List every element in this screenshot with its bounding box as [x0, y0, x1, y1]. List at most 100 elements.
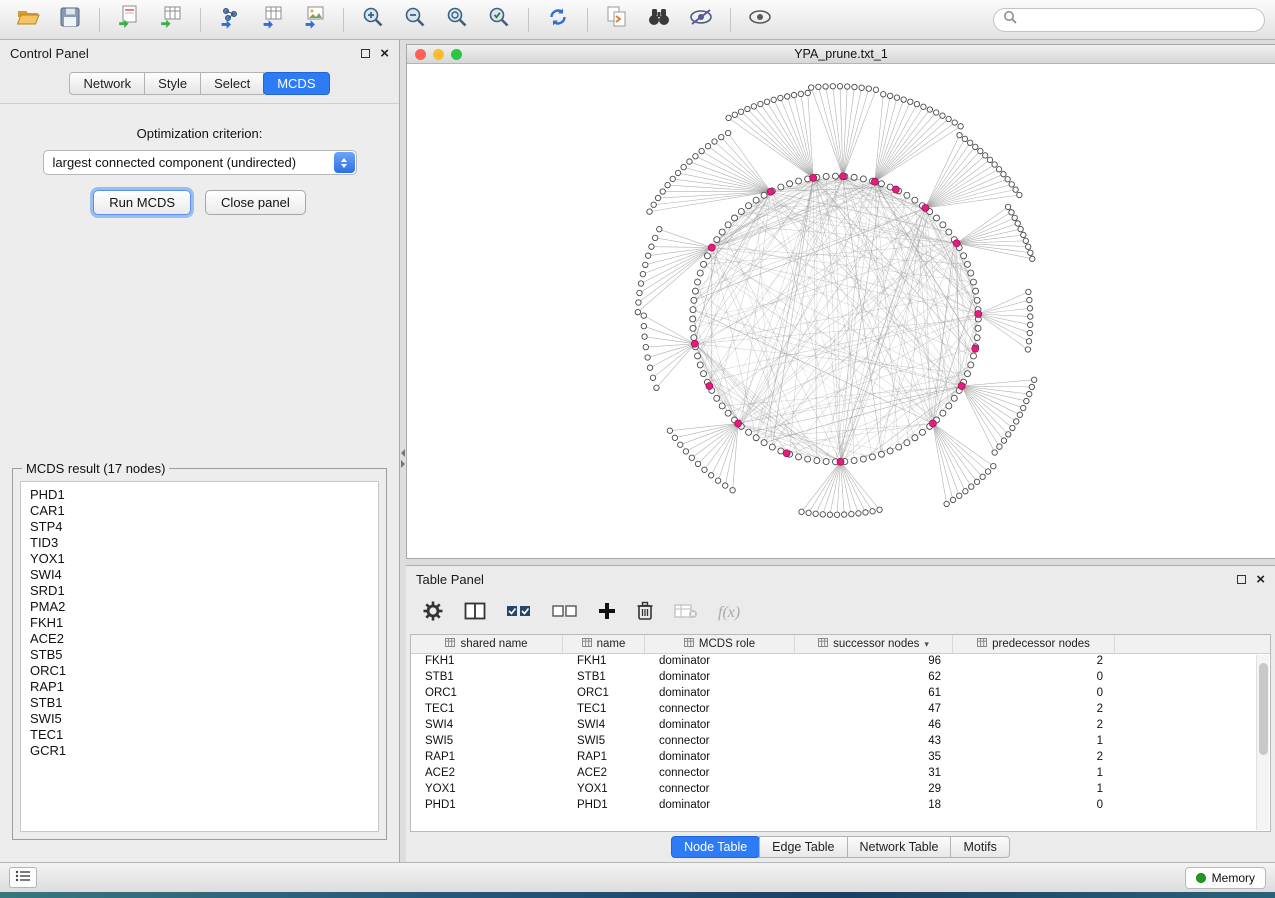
table-cell[interactable]: 2: [953, 654, 1115, 670]
column-header-shared-name[interactable]: shared name: [411, 635, 563, 653]
import-network-file-button[interactable]: [111, 4, 147, 36]
mcds-result-list[interactable]: PHD1CAR1STP4TID3YOX1SWI4SRD1PMA2FKH1ACE2…: [20, 481, 379, 832]
table-cell[interactable]: SWI5: [563, 734, 645, 750]
zoom-selected-button[interactable]: [481, 4, 517, 36]
table-cell[interactable]: 96: [795, 654, 953, 670]
column-header-name[interactable]: name: [563, 635, 645, 653]
export-table-button[interactable]: [254, 4, 290, 36]
table-cell[interactable]: dominator: [645, 718, 795, 734]
table-row[interactable]: STB1STB1dominator620: [411, 670, 1270, 686]
column-menu-icon[interactable]: [684, 638, 694, 650]
table-cell[interactable]: dominator: [645, 798, 795, 814]
tab-motifs[interactable]: Motifs: [950, 836, 1009, 858]
scrollbar-thumb[interactable]: [1259, 663, 1268, 755]
mcds-result-item[interactable]: STB5: [30, 647, 369, 663]
table-cell[interactable]: TEC1: [411, 702, 563, 718]
table-cell[interactable]: 0: [953, 670, 1115, 686]
mcds-result-item[interactable]: RAP1: [30, 679, 369, 695]
table-cell[interactable]: 1: [953, 766, 1115, 782]
table-cell[interactable]: 2: [953, 702, 1115, 718]
mcds-result-item[interactable]: SWI5: [30, 711, 369, 727]
table-cell[interactable]: 1: [953, 734, 1115, 750]
table-cell[interactable]: 2: [953, 718, 1115, 734]
table-cell[interactable]: connector: [645, 782, 795, 798]
panel-splitter[interactable]: [400, 40, 406, 862]
mcds-result-item[interactable]: ORC1: [30, 663, 369, 679]
table-cell[interactable]: TEC1: [563, 702, 645, 718]
task-history-button[interactable]: [9, 867, 37, 888]
tab-network[interactable]: Network: [69, 72, 145, 95]
table-row[interactable]: PHD1PHD1dominator180: [411, 798, 1270, 814]
unselect-all-columns-button[interactable]: [552, 598, 578, 628]
table-cell[interactable]: 0: [953, 686, 1115, 702]
mcds-result-item[interactable]: TEC1: [30, 727, 369, 743]
import-table-file-button[interactable]: [153, 4, 189, 36]
tab-network-table[interactable]: Network Table: [847, 836, 952, 858]
table-scrollbar[interactable]: [1256, 655, 1269, 830]
mcds-result-item[interactable]: SWI4: [30, 567, 369, 583]
table-cell[interactable]: YOX1: [563, 782, 645, 798]
table-cell[interactable]: FKH1: [411, 654, 563, 670]
find-button[interactable]: [641, 4, 677, 36]
mcds-result-item[interactable]: ACE2: [30, 631, 369, 647]
table-cell[interactable]: connector: [645, 734, 795, 750]
table-cell[interactable]: 61: [795, 686, 953, 702]
table-cell[interactable]: ORC1: [411, 686, 563, 702]
mcds-result-item[interactable]: TID3: [30, 535, 369, 551]
save-session-button[interactable]: [52, 4, 88, 36]
table-cell[interactable]: PHD1: [563, 798, 645, 814]
table-cell[interactable]: 43: [795, 734, 953, 750]
table-cell[interactable]: 29: [795, 782, 953, 798]
run-mcds-button[interactable]: Run MCDS: [93, 190, 191, 215]
mcds-result-item[interactable]: YOX1: [30, 551, 369, 567]
hide-graphics-details-button[interactable]: [683, 4, 719, 36]
show-columns-button[interactable]: [464, 598, 486, 628]
tab-node-table[interactable]: Node Table: [671, 836, 760, 858]
column-header-predecessor-nodes[interactable]: predecessor nodes: [953, 635, 1115, 653]
table-cell[interactable]: STB1: [563, 670, 645, 686]
close-table-panel-icon[interactable]: ×: [1256, 572, 1265, 587]
mcds-result-item[interactable]: STP4: [30, 519, 369, 535]
export-image-button[interactable]: [296, 4, 332, 36]
close-panel-icon[interactable]: ×: [380, 46, 389, 61]
table-row[interactable]: FKH1FKH1dominator962: [411, 654, 1270, 670]
table-cell[interactable]: ACE2: [563, 766, 645, 782]
zoom-fit-button[interactable]: [439, 4, 475, 36]
table-cell[interactable]: SWI4: [563, 718, 645, 734]
criterion-select[interactable]: largest connected component (undirected): [43, 150, 357, 175]
table-cell[interactable]: STB1: [411, 670, 563, 686]
table-cell[interactable]: 46: [795, 718, 953, 734]
table-cell[interactable]: 1: [953, 782, 1115, 798]
table-cell[interactable]: RAP1: [563, 750, 645, 766]
export-network-button[interactable]: [212, 4, 248, 36]
open-session-button[interactable]: [10, 4, 46, 36]
mcds-result-item[interactable]: STB1: [30, 695, 369, 711]
table-cell[interactable]: SWI5: [411, 734, 563, 750]
tab-style[interactable]: Style: [144, 72, 201, 95]
table-settings-button[interactable]: [422, 598, 444, 628]
mcds-result-item[interactable]: PMA2: [30, 599, 369, 615]
copy-style-button[interactable]: [599, 4, 635, 36]
tab-select[interactable]: Select: [200, 72, 264, 95]
table-row[interactable]: ACE2ACE2connector311: [411, 766, 1270, 782]
zoom-in-button[interactable]: [355, 4, 391, 36]
table-cell[interactable]: PHD1: [411, 798, 563, 814]
create-column-button[interactable]: [598, 598, 616, 628]
show-graphics-details-button[interactable]: [742, 4, 778, 36]
float-panel-icon[interactable]: [361, 49, 370, 58]
table-cell[interactable]: 31: [795, 766, 953, 782]
table-cell[interactable]: 62: [795, 670, 953, 686]
mcds-result-item[interactable]: PHD1: [30, 487, 369, 503]
close-panel-button[interactable]: Close panel: [205, 190, 306, 215]
table-cell[interactable]: 35: [795, 750, 953, 766]
delete-columns-button[interactable]: [636, 598, 654, 628]
tab-edge-table[interactable]: Edge Table: [759, 836, 847, 858]
table-cell[interactable]: ACE2: [411, 766, 563, 782]
function-builder-button[interactable]: f(x): [718, 598, 740, 628]
column-menu-icon[interactable]: [582, 638, 592, 650]
table-row[interactable]: ORC1ORC1dominator610: [411, 686, 1270, 702]
search-input[interactable]: [1023, 13, 1255, 27]
table-cell[interactable]: 0: [953, 798, 1115, 814]
mcds-result-item[interactable]: CAR1: [30, 503, 369, 519]
refresh-layout-button[interactable]: [540, 4, 576, 36]
